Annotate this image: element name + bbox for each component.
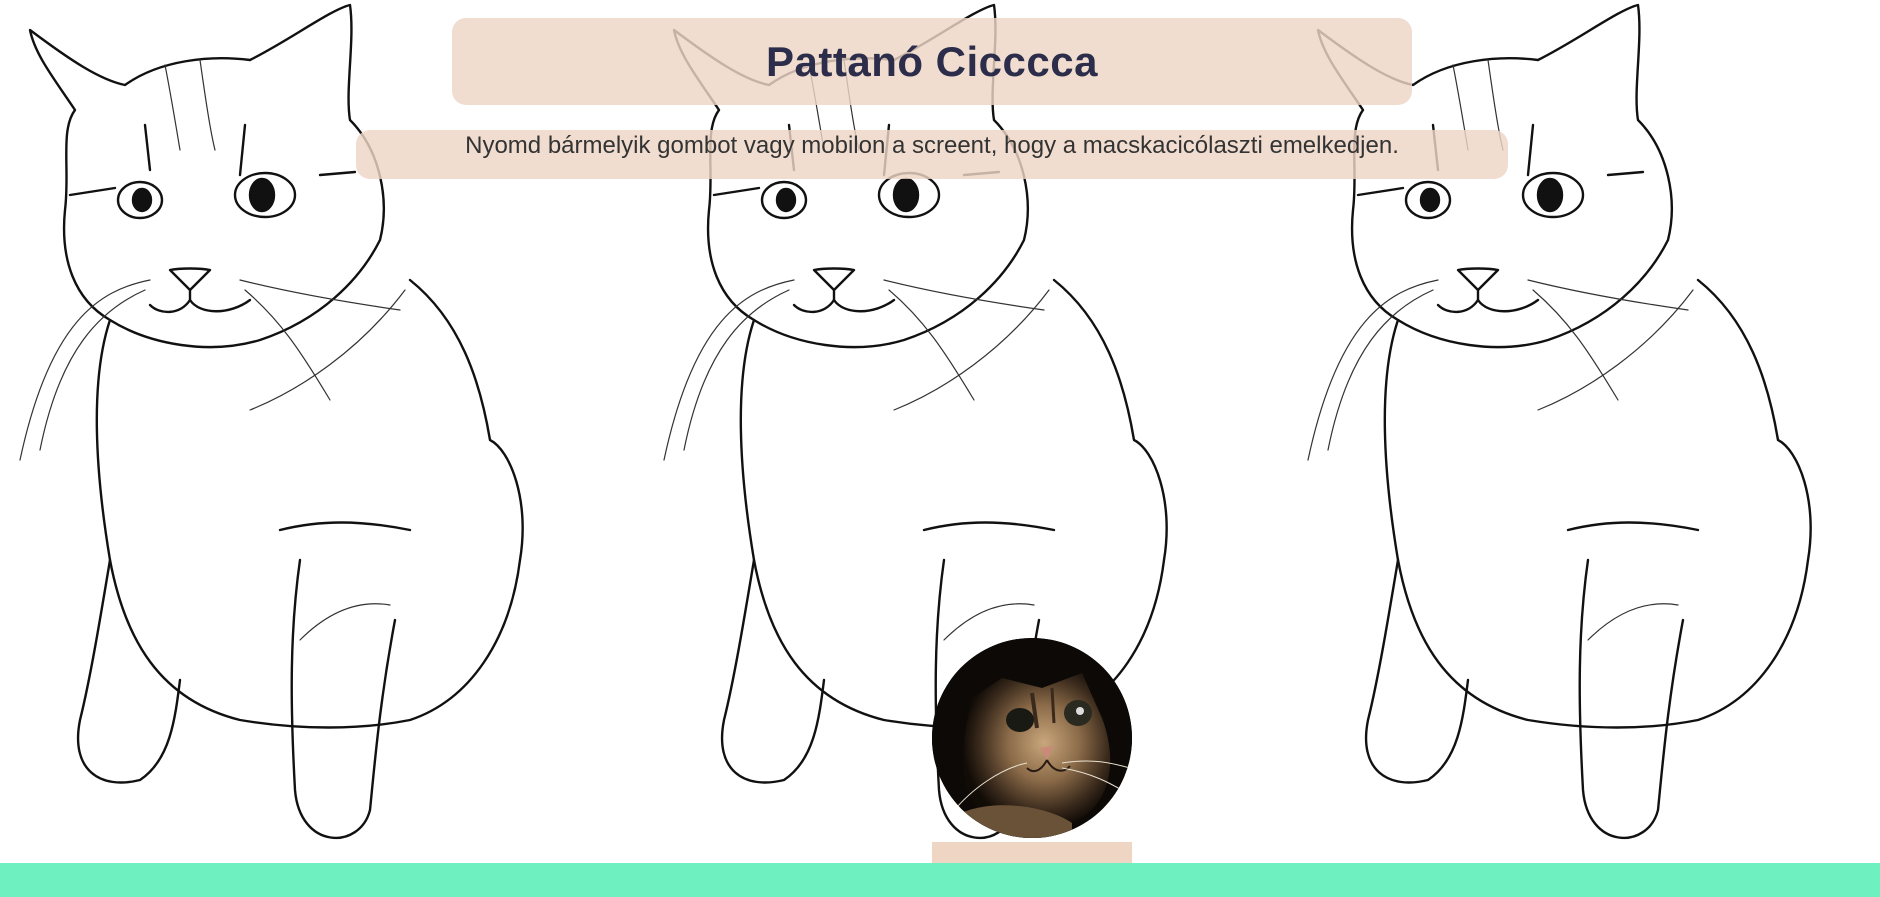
title-panel: Pattanó Cicccca — [452, 18, 1412, 105]
instruction-text: Nyomd bármelyik gombot vagy mobilon a sc… — [465, 132, 1399, 159]
game-stage[interactable]: Pattanó Cicccca Nyomd bármelyik gombot v… — [0, 0, 1880, 897]
instruction-panel: Nyomd bármelyik gombot vagy mobilon a sc… — [356, 130, 1508, 179]
cat-sketch-background-1 — [0, 0, 560, 860]
cat-photo-ball-icon — [932, 638, 1132, 838]
ground — [0, 863, 1880, 897]
cat-sketch-background-3 — [1288, 0, 1848, 860]
cat-sketch-icon — [1307, 3, 1812, 840]
game-title: Pattanó Cicccca — [766, 38, 1098, 85]
cat-sketch-icon — [19, 3, 524, 840]
player-cat[interactable] — [932, 638, 1132, 838]
